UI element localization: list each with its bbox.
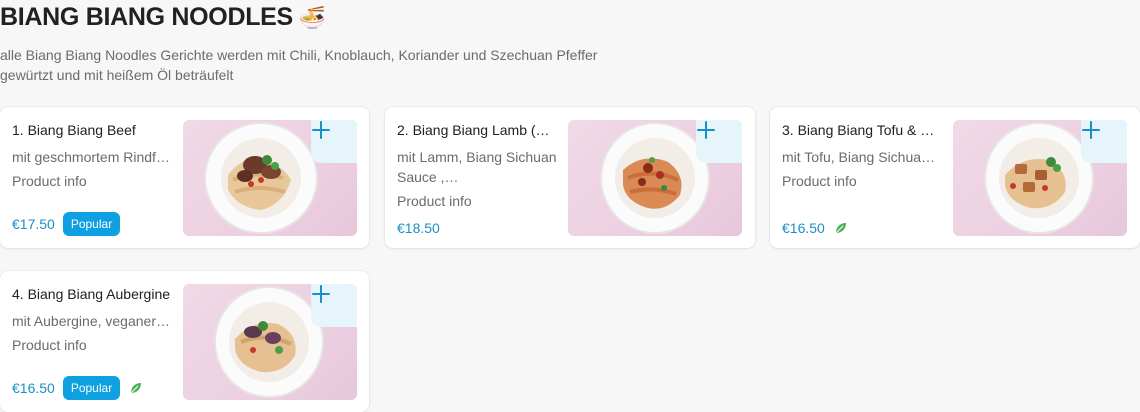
product-info-link[interactable]: Product info — [12, 171, 172, 191]
item-price: €16.50 — [12, 380, 55, 396]
item-description: mit Tofu, Biang Sichuan Sauce — [782, 149, 942, 165]
add-to-cart-button[interactable] — [1081, 120, 1127, 163]
item-price: €17.50 — [12, 216, 55, 232]
item-name: 3. Biang Biang Tofu & Pilze — [782, 122, 942, 138]
product-info-link[interactable]: Product info — [397, 191, 557, 211]
noodle-bowl-icon: 🍜 — [298, 4, 327, 30]
item-name: 1. Biang Biang Beef — [12, 122, 136, 138]
plus-icon — [312, 121, 330, 139]
item-description: mit geschmortem Rindfleisch — [12, 149, 172, 165]
section-description: alle Biang Biang Noodles Gerichte werden… — [0, 47, 598, 83]
dish-image — [953, 120, 1127, 236]
section-title-text: BIANG BIANG NOODLES — [0, 3, 293, 31]
add-to-cart-button[interactable] — [311, 120, 357, 163]
item-description: mit Lamm, Biang Sichuan Sauce , Frühling… — [397, 149, 557, 185]
vegetarian-leaf-icon — [835, 223, 846, 234]
plus-icon — [697, 121, 715, 139]
menu-item-card[interactable]: 2. Biang Biang Lamb (Spicy) mit Lamm, Bi… — [385, 107, 755, 248]
dish-image — [183, 120, 357, 236]
menu-item-card[interactable]: 3. Biang Biang Tofu & Pilze mit Tofu, Bi… — [770, 107, 1140, 248]
menu-item-card[interactable]: 1. Biang Biang Beef mit geschmortem Rind… — [0, 107, 369, 248]
plus-icon — [312, 285, 330, 303]
popular-badge: Popular — [62, 212, 121, 236]
popular-badge: Popular — [62, 376, 121, 400]
item-price: €18.50 — [397, 220, 440, 236]
dish-image — [183, 284, 357, 400]
vegetarian-leaf-icon — [130, 383, 142, 394]
item-name: 4. Biang Biang Aubergine — [12, 286, 171, 302]
product-info-link[interactable]: Product info — [782, 171, 942, 191]
item-name: 2. Biang Biang Lamb (Spicy) — [397, 122, 557, 138]
plus-icon — [1082, 121, 1100, 139]
add-to-cart-button[interactable] — [696, 120, 742, 163]
add-to-cart-button[interactable] — [311, 284, 357, 327]
item-price: €16.50 — [782, 220, 825, 236]
item-description: mit Aubergine, veganer Sauce — [12, 313, 172, 329]
dish-image — [568, 120, 742, 236]
product-info-link[interactable]: Product info — [12, 335, 172, 355]
section-title: BIANG BIANG NOODLES 🍜 — [0, 3, 326, 32]
menu-item-card[interactable]: 4. Biang Biang Aubergine mit Aubergine, … — [0, 271, 369, 412]
